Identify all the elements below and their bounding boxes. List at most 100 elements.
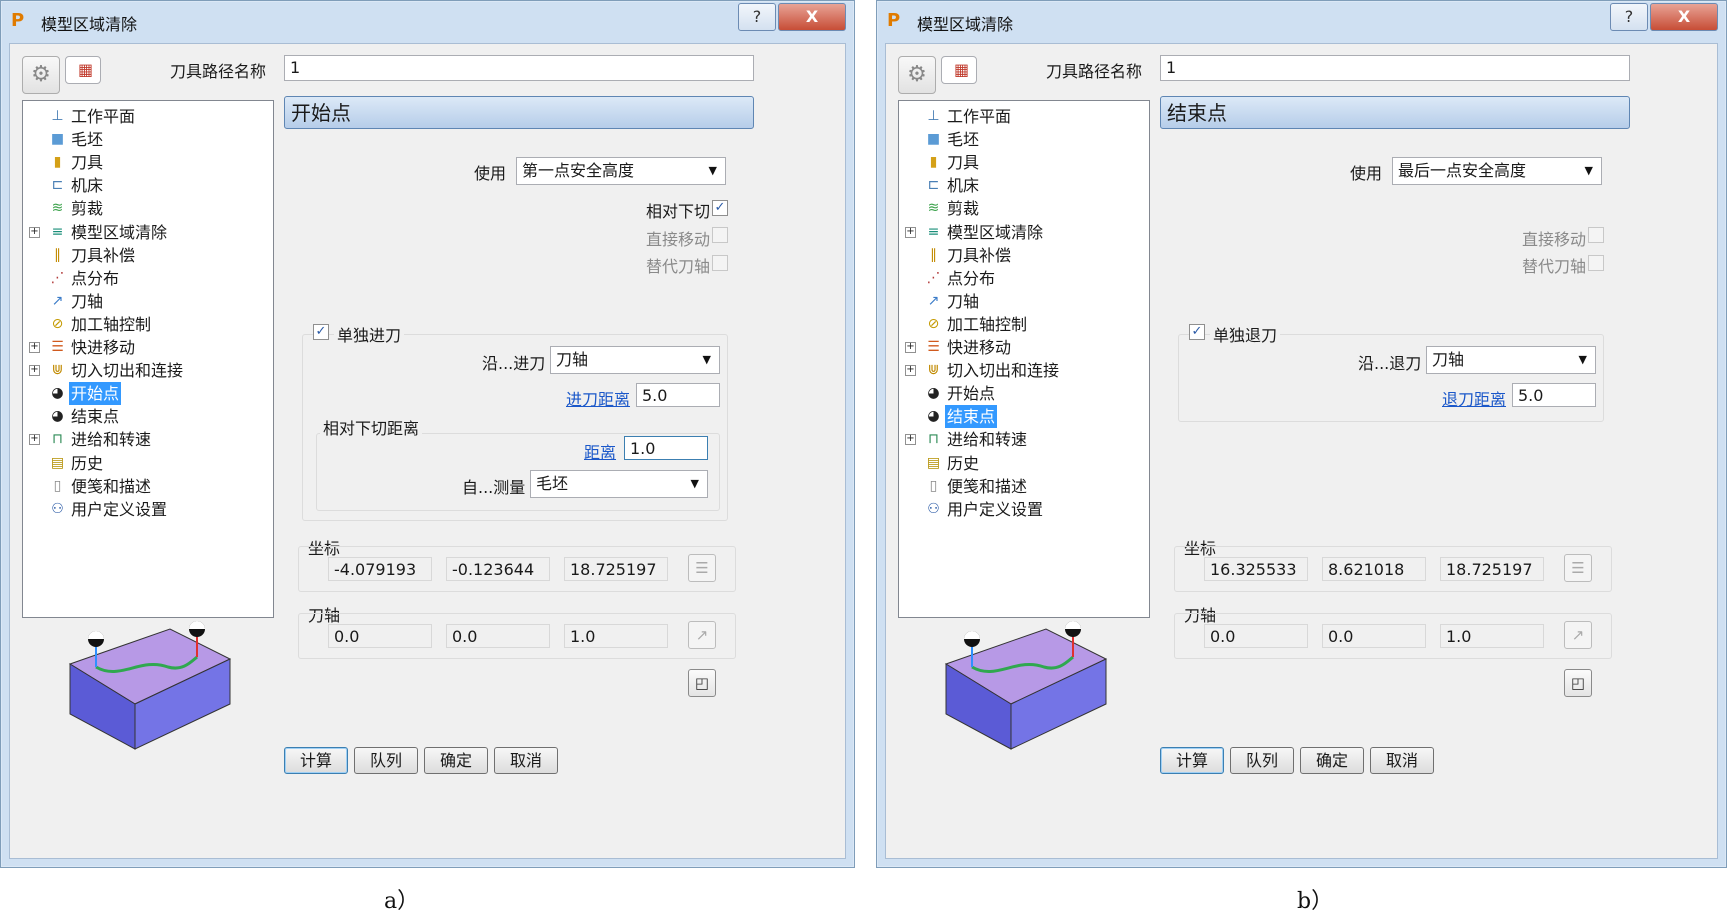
tree-item[interactable]: ◕ 开始点 — [899, 382, 1149, 405]
tree-item[interactable]: + ⋓ 切入切出和连接 — [23, 359, 273, 382]
title-bar[interactable]: P 模型区域清除 ? X — [877, 1, 1726, 43]
tree-item[interactable]: ↗ 刀轴 — [899, 290, 1149, 313]
path-name-input[interactable]: 1 — [1160, 55, 1630, 81]
tree-item[interactable]: + ⊓ 进给和转速 — [23, 428, 273, 451]
tree-item[interactable]: ▮ 刀具 — [899, 151, 1149, 174]
move-distance-link[interactable]: 退刀距离 — [1442, 386, 1506, 410]
separate-move-checkbox[interactable]: ✓ — [1189, 324, 1205, 340]
tree-item[interactable]: ■ 毛坯 — [899, 128, 1149, 151]
tree-item[interactable]: + ≡ 模型区域清除 — [23, 221, 273, 244]
tree-item[interactable]: ▯ 便笺和描述 — [899, 475, 1149, 498]
move-distance-input[interactable]: 5.0 — [636, 383, 720, 407]
along-select[interactable]: 刀轴 ▼ — [550, 346, 720, 374]
title-bar[interactable]: P 模型区域清除 ? X — [1, 1, 854, 43]
calculate-button[interactable]: 计算 — [1160, 747, 1224, 774]
direct-move-checkbox[interactable] — [712, 227, 728, 243]
tree-item[interactable]: ↗ 刀轴 — [23, 290, 273, 313]
tree-item[interactable]: ■ 毛坯 — [23, 128, 273, 151]
settings-icon[interactable]: ⚙ — [22, 56, 60, 94]
expand-icon[interactable]: + — [29, 365, 40, 377]
axis-i-field[interactable]: 0.0 — [328, 624, 432, 648]
direction-icon[interactable]: ↗ — [1564, 621, 1592, 649]
queue-button[interactable]: 队列 — [1230, 747, 1294, 774]
expand-icon[interactable]: + — [29, 226, 40, 238]
tree-item[interactable]: + ☰ 快进移动 — [899, 336, 1149, 359]
substitute-axis-checkbox[interactable] — [1588, 255, 1604, 271]
cancel-button[interactable]: 取消 — [494, 747, 558, 774]
pick-point-icon[interactable]: ◰ — [1564, 669, 1592, 697]
tree-item[interactable]: ⋰ 点分布 — [899, 267, 1149, 290]
ok-button[interactable]: 确定 — [1300, 747, 1364, 774]
calculate-button[interactable]: 计算 — [284, 747, 348, 774]
direct-move-checkbox[interactable] — [1588, 227, 1604, 243]
axis-i-field[interactable]: 0.0 — [1204, 624, 1308, 648]
tree-item[interactable]: ⊏ 机床 — [899, 174, 1149, 197]
substitute-axis-checkbox[interactable] — [712, 255, 728, 271]
path-name-input[interactable]: 1 — [284, 55, 754, 81]
tree-item[interactable]: ◕ 结束点 — [23, 405, 273, 428]
direction-icon[interactable]: ↗ — [688, 621, 716, 649]
expand-icon[interactable]: + — [905, 342, 916, 353]
tree-item[interactable]: ⊥ 工作平面 — [23, 105, 273, 128]
tree-item[interactable]: ⋰ 点分布 — [23, 267, 273, 290]
tree-item[interactable]: ∥ 刀具补偿 — [899, 244, 1149, 267]
axis-j-field[interactable]: 0.0 — [1322, 624, 1426, 648]
tree-item[interactable]: ▮ 刀具 — [23, 151, 273, 174]
cancel-button[interactable]: 取消 — [1370, 747, 1434, 774]
axis-k-field[interactable]: 1.0 — [1440, 624, 1544, 648]
tree-item[interactable]: ◕ 结束点 — [899, 405, 1149, 429]
tree-item[interactable]: ≋ 剪裁 — [23, 197, 273, 220]
toolpath-icon[interactable]: ▦ — [65, 56, 101, 84]
tree-item[interactable]: + ⋓ 切入切出和连接 — [899, 359, 1149, 382]
tree-item[interactable]: ≋ 剪裁 — [899, 197, 1149, 220]
help-button[interactable]: ? — [738, 3, 776, 31]
axis-k-field[interactable]: 1.0 — [564, 624, 668, 648]
tree-item[interactable]: ∥ 刀具补偿 — [23, 244, 273, 267]
expand-icon[interactable]: + — [905, 365, 916, 377]
tree-item[interactable]: ⊘ 加工轴控制 — [23, 313, 273, 336]
ok-button[interactable]: 确定 — [424, 747, 488, 774]
expand-icon[interactable]: + — [905, 226, 916, 238]
relative-plunge-checkbox[interactable]: ✓ — [712, 200, 728, 216]
coord-z-field[interactable]: 18.725197 — [564, 557, 668, 581]
expand-icon[interactable]: + — [29, 434, 40, 446]
tree-item[interactable]: ⊘ 加工轴控制 — [899, 313, 1149, 336]
tree-item[interactable]: + ☰ 快进移动 — [23, 336, 273, 359]
distance-input[interactable]: 1.0 — [624, 436, 708, 460]
close-button[interactable]: X — [1650, 3, 1718, 31]
separate-move-checkbox[interactable]: ✓ — [313, 324, 329, 340]
tree-item[interactable]: ▤ 历史 — [899, 452, 1149, 475]
along-select[interactable]: 刀轴 ▼ — [1426, 346, 1596, 374]
use-select[interactable]: 第一点安全高度 ▼ — [516, 157, 726, 185]
settings-icon[interactable]: ⚙ — [898, 56, 936, 94]
coord-x-field[interactable]: 16.325533 — [1204, 557, 1308, 581]
list-icon[interactable]: ☰ — [688, 554, 716, 582]
move-distance-link[interactable]: 进刀距离 — [566, 386, 630, 410]
help-button[interactable]: ? — [1610, 3, 1648, 31]
move-distance-input[interactable]: 5.0 — [1512, 383, 1596, 407]
coord-x-field[interactable]: -4.079193 — [328, 557, 432, 581]
close-button[interactable]: X — [778, 3, 846, 31]
tree-item[interactable]: ⚇ 用户定义设置 — [23, 498, 273, 521]
expand-icon[interactable]: + — [905, 434, 916, 446]
expand-icon[interactable]: + — [29, 342, 40, 353]
pick-point-icon[interactable]: ◰ — [688, 669, 716, 697]
toolpath-icon[interactable]: ▦ — [941, 56, 977, 84]
use-select[interactable]: 最后一点安全高度 ▼ — [1392, 157, 1602, 185]
coord-y-field[interactable]: 8.621018 — [1322, 557, 1426, 581]
tree-item[interactable]: + ⊓ 进给和转速 — [899, 428, 1149, 451]
tree-item[interactable]: ⊏ 机床 — [23, 174, 273, 197]
tree-item[interactable]: ⚇ 用户定义设置 — [899, 498, 1149, 521]
measure-select[interactable]: 毛坯 ▼ — [530, 470, 708, 498]
tree-item[interactable]: ▯ 便笺和描述 — [23, 475, 273, 498]
tree-item[interactable]: ▤ 历史 — [23, 452, 273, 475]
coord-y-field[interactable]: -0.123644 — [446, 557, 550, 581]
queue-button[interactable]: 队列 — [354, 747, 418, 774]
axis-j-field[interactable]: 0.0 — [446, 624, 550, 648]
tree-item[interactable]: ◕ 开始点 — [23, 382, 273, 406]
list-icon[interactable]: ☰ — [1564, 554, 1592, 582]
distance-link[interactable]: 距离 — [584, 439, 616, 463]
tree-item[interactable]: ⊥ 工作平面 — [899, 105, 1149, 128]
tree-item[interactable]: + ≡ 模型区域清除 — [899, 221, 1149, 244]
coord-z-field[interactable]: 18.725197 — [1440, 557, 1544, 581]
